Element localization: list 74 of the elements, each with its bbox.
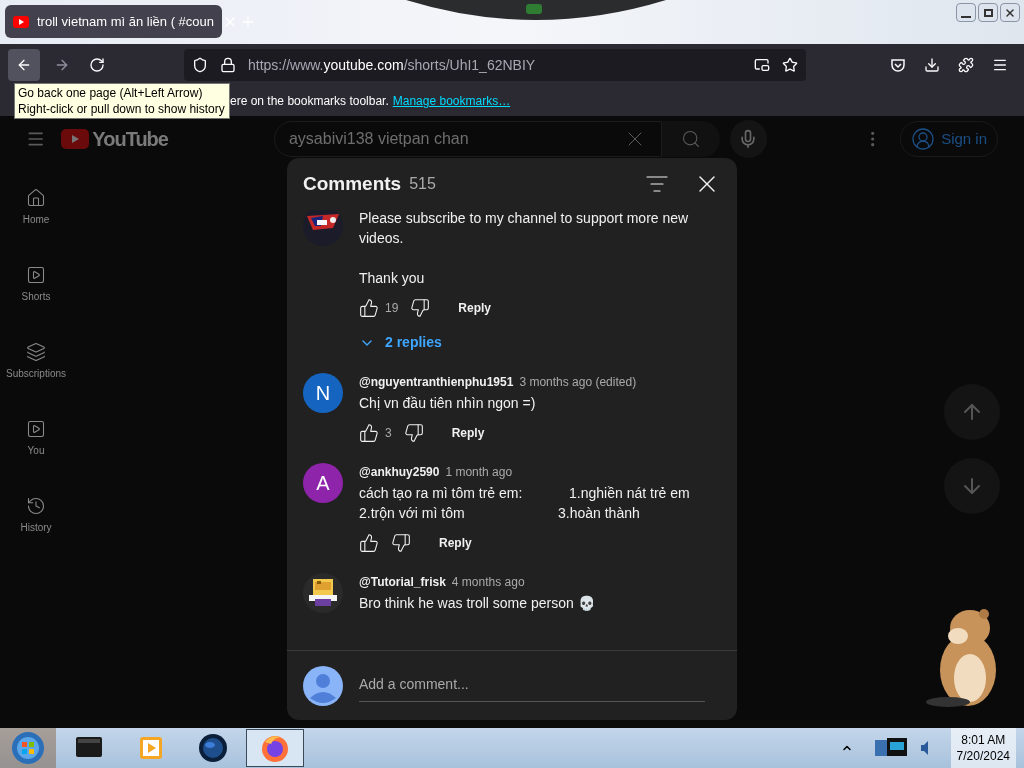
taskbar-app[interactable] [246,729,304,767]
avatar: A [303,463,343,503]
bookmark-star-icon[interactable] [782,57,798,73]
sidebar-item[interactable]: History [20,496,52,535]
sidebar-item[interactable]: Shorts [21,265,51,304]
tab-title: troll vietnam mì ăn liền ( #coun [37,12,215,31]
url-text: https://www.youtube.com/shorts/UhI1_62NBIY [248,55,536,75]
replies-toggle[interactable]: 2 replies [359,332,442,353]
home-icon [26,188,46,208]
comment-author[interactable]: @Tutorial_frisk [359,573,446,591]
like-count: 19 [385,300,399,317]
manage-bookmarks-link[interactable]: Manage bookmarks… [392,92,511,110]
microphone-button[interactable] [730,120,767,158]
comment-time: 1 month ago [445,464,513,481]
like-icon[interactable] [359,298,379,318]
tooltip: Go back one page (Alt+Left Arrow) Right-click or pull down to show history [14,83,230,119]
search-icon [681,129,701,149]
user-avatar-icon [303,665,343,706]
restore-icon [983,8,993,17]
like-icon[interactable] [359,533,379,553]
dislike-icon[interactable] [410,298,431,318]
close-window-button[interactable] [1000,3,1020,22]
like-count: 3 [385,425,392,442]
reply-button[interactable]: Reply [439,534,472,552]
minimize-button[interactable] [956,3,976,22]
start-button[interactable] [0,728,56,768]
reload-icon[interactable] [89,57,105,73]
media-player-icon [137,734,165,762]
picture-in-picture-icon[interactable] [754,57,770,73]
forward-icon[interactable] [54,57,70,73]
minimize-icon [961,16,971,18]
library-icon [26,419,46,439]
address-bar[interactable]: https://www.youtube.com/shorts/UhI1_62NBIY [184,49,806,81]
globe-icon [197,732,229,764]
windows-logo-icon [10,730,46,766]
history-icon [26,496,46,516]
comment-input[interactable]: Add a comment... [359,669,705,702]
comment-text: Please subscribe to my channel to support more new videos. [359,210,690,248]
shorts-icon [26,265,46,285]
pocket-icon[interactable] [890,57,906,73]
subscriptions-icon [26,342,46,362]
comments-count: 515 [409,174,436,194]
comments-title: Comments [303,171,402,196]
reply-button[interactable]: Reply [458,299,492,317]
youtube-icon [13,15,29,28]
youtube-logo: YouTube [92,127,168,152]
sidebar-item[interactable]: You [26,419,46,458]
restore-button[interactable] [978,3,998,22]
shield-icon[interactable] [192,57,208,73]
comment-text: Chị vn đầu tiên nhìn ngon =) [359,394,537,413]
sidebar-item[interactable]: Subscriptions [6,342,66,381]
comment-time: 3 months ago (edited) [519,374,637,391]
user-icon [911,127,936,151]
back-button[interactable] [8,49,40,81]
close-icon [1004,6,1016,19]
menu-icon[interactable] [992,57,1008,73]
lock-icon[interactable] [220,57,236,73]
comment-text: Bro think he was troll some person 💀 [359,594,596,613]
dislike-icon[interactable] [391,533,411,553]
clock[interactable]: 8:01 AM 7/20/2024 [950,728,1016,768]
bookmarks-hint: ere on the bookmarks toolbar. [230,93,389,110]
comment-author[interactable]: @nguyentranthienphu1951 [359,373,514,391]
comment-text: cách tạo ra mì tôm trẻ em: 1.nghiền nát trẻ em 2.trộn với mì tôm 3.hoàn thành [359,484,691,523]
dislike-icon[interactable] [403,423,424,443]
like-icon[interactable] [359,423,379,443]
download-icon[interactable] [924,57,940,73]
reply-button[interactable]: Reply [451,424,485,442]
comment-text: Thank you [359,269,426,288]
youtube-logo-icon [61,129,90,149]
comment-time: 4 months ago [451,574,525,591]
avatar: N [303,373,343,413]
comment-author[interactable]: @ankhuy2590 [359,463,440,481]
sidebar-item[interactable]: Home [22,188,50,227]
extensions-icon[interactable] [958,57,974,73]
